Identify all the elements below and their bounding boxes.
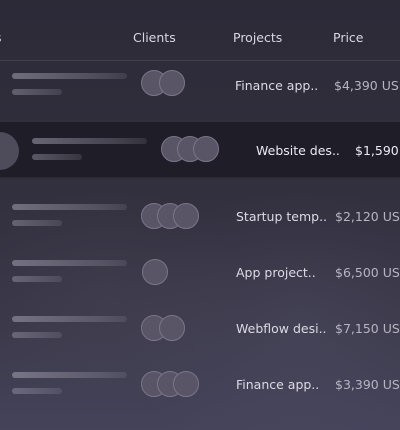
price-value: $7,150 USD bbox=[335, 321, 400, 336]
price-value: $2,120 USD bbox=[335, 209, 400, 224]
table-row[interactable]: App project.. $6,500 USD bbox=[0, 246, 400, 296]
table-row[interactable]: Finance app.. $4,390 USD bbox=[0, 60, 400, 110]
table-row[interactable]: Webflow desi.. $7,150 USD bbox=[0, 302, 400, 352]
table-row[interactable]: Startup temp.. $2,120 USD bbox=[0, 190, 400, 240]
table-header: s Clients Projects Price bbox=[0, 0, 400, 61]
client-avatar bbox=[142, 259, 168, 285]
client-avatar bbox=[159, 70, 185, 96]
subtitle-placeholder-line bbox=[32, 154, 82, 160]
client-avatar bbox=[173, 203, 199, 229]
price-value: $1,590 U bbox=[355, 143, 400, 158]
header-projects-label[interactable]: Projects bbox=[233, 30, 282, 45]
owner-avatar bbox=[0, 132, 19, 170]
table-row-highlighted[interactable]: Website des.. $1,590 U bbox=[0, 122, 400, 178]
header-clients-label[interactable]: Clients bbox=[133, 30, 176, 45]
subtitle-placeholder-line bbox=[12, 89, 62, 95]
name-placeholder-line bbox=[12, 372, 127, 378]
name-placeholder-line bbox=[32, 138, 147, 144]
subtitle-placeholder-line bbox=[12, 332, 62, 338]
project-name: Webflow desi.. bbox=[236, 321, 327, 336]
subtitle-placeholder-line bbox=[12, 388, 62, 394]
subtitle-placeholder-line bbox=[12, 276, 62, 282]
client-avatar bbox=[159, 315, 185, 341]
header-price-label[interactable]: Price bbox=[333, 30, 364, 45]
name-placeholder-line bbox=[12, 204, 127, 210]
header-name-column-label[interactable]: s bbox=[0, 30, 2, 45]
table-row[interactable]: Finance app.. $3,390 USD bbox=[0, 358, 400, 408]
price-value: $6,500 USD bbox=[335, 265, 400, 280]
project-name: App project.. bbox=[236, 265, 316, 280]
price-value: $4,390 USD bbox=[334, 78, 400, 93]
client-avatar bbox=[173, 371, 199, 397]
project-name: Finance app.. bbox=[236, 377, 320, 392]
price-value: $3,390 USD bbox=[335, 377, 400, 392]
project-name: Startup temp.. bbox=[236, 209, 328, 224]
project-name: Finance app.. bbox=[235, 78, 319, 93]
subtitle-placeholder-line bbox=[12, 220, 62, 226]
name-placeholder-line bbox=[12, 316, 127, 322]
project-name: Website des.. bbox=[256, 143, 340, 158]
client-avatar bbox=[193, 136, 219, 162]
name-placeholder-line bbox=[12, 260, 127, 266]
name-placeholder-line bbox=[12, 73, 127, 79]
